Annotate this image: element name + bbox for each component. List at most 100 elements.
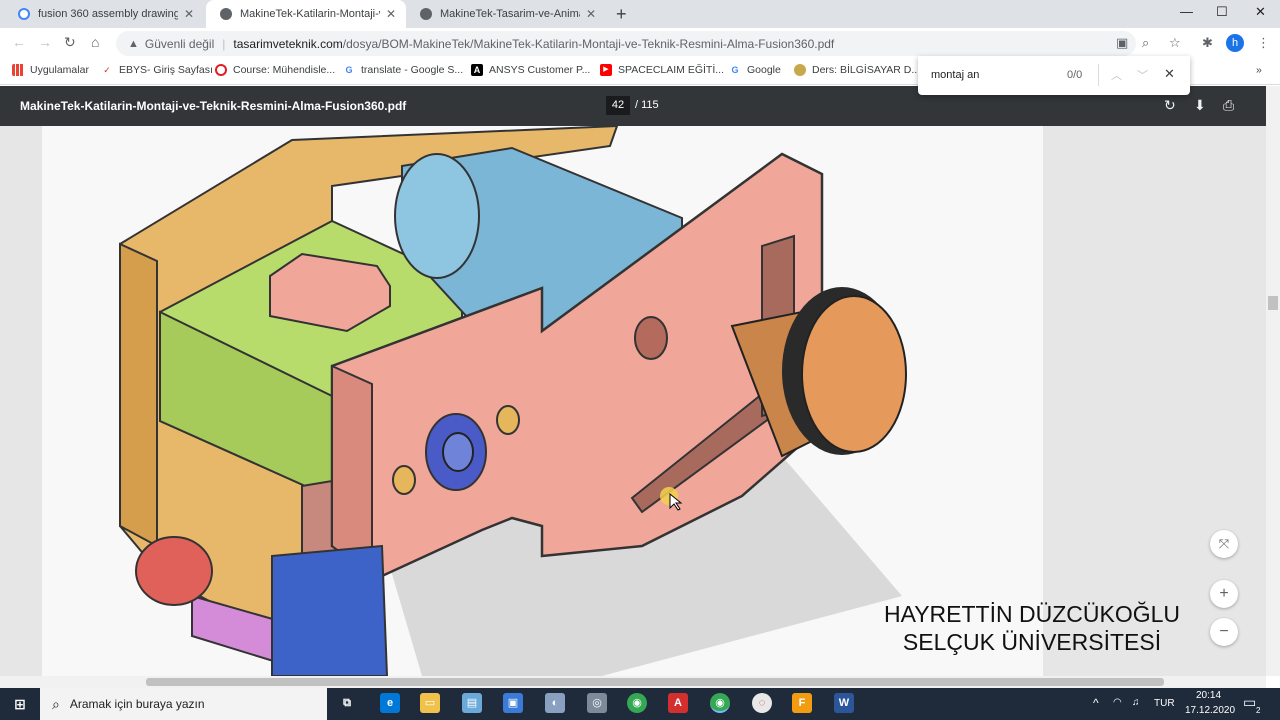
bookmark-uygulamalar[interactable]: Uygulamalar — [12, 64, 89, 76]
reload-icon[interactable]: ↻ — [64, 34, 76, 51]
fusion360-icon[interactable]: F — [792, 693, 812, 713]
tab-title: MakineTek-Katilarin-Montaji-ve-... — [240, 8, 380, 20]
bookmark-google[interactable]: G Google — [729, 64, 781, 76]
pdf-viewport[interactable] — [0, 126, 1266, 676]
file-explorer-icon[interactable]: ▭ — [420, 693, 440, 713]
chrome-active-icon[interactable]: ◉ — [710, 693, 730, 713]
page-number-input[interactable]: 42 — [606, 96, 630, 115]
assembly-render-image — [119, 126, 907, 676]
language-indicator[interactable]: TUR — [1154, 698, 1175, 709]
rotate-icon[interactable]: ↻ — [1164, 97, 1176, 114]
horizontal-scroll-thumb[interactable] — [146, 678, 1164, 686]
zoom-out-button[interactable]: − — [1210, 618, 1238, 646]
app-icon[interactable]: ◎ — [587, 693, 607, 713]
app-icon[interactable]: ▤ — [462, 693, 482, 713]
divider: | — [222, 36, 226, 51]
print-icon[interactable]: ⎙ — [1223, 97, 1234, 114]
search-placeholder: Aramak için buraya yazın — [69, 697, 205, 711]
opera-icon — [215, 64, 227, 76]
task-view-icon[interactable]: ⧉ — [337, 693, 357, 713]
clock-time[interactable]: 20:14 — [1196, 690, 1221, 701]
download-icon[interactable]: ⬇ — [1194, 97, 1206, 114]
bookmark-course[interactable]: Course: Mühendisle... — [215, 64, 335, 76]
star-bookmark-icon[interactable]: ☆ — [1169, 35, 1181, 51]
security-label: Güvenli değil — [144, 36, 215, 51]
word-icon[interactable]: W — [834, 693, 854, 713]
windows-start-icon[interactable]: ⊞ — [10, 694, 30, 714]
page-find-icon[interactable]: ▣ — [1116, 35, 1128, 51]
bookmarks-overflow-icon[interactable]: » — [1256, 64, 1262, 76]
bookmark-spaceclaim[interactable]: ▶ SPACECLAIM EĞİTİ... — [600, 64, 724, 76]
bookmark-label: SPACECLAIM EĞİTİ... — [618, 64, 724, 76]
app-icon[interactable]: ◌ — [752, 693, 772, 713]
zoom-in-button[interactable]: + — [1210, 580, 1238, 608]
maximize-button[interactable]: ☐ — [1216, 4, 1228, 20]
notification-icon[interactable]: ▭ — [1243, 694, 1256, 711]
zoom-icon[interactable]: ⌕ — [1142, 35, 1149, 51]
back-arrow-icon[interactable]: ← — [12, 34, 26, 50]
forward-arrow-icon[interactable]: → — [38, 34, 52, 50]
bookmark-label: Google — [747, 64, 781, 76]
bookmark-label: Uygulamalar — [30, 64, 89, 76]
hole-feature — [392, 465, 416, 495]
bookmark-translate[interactable]: G translate - Google S... — [343, 64, 463, 76]
find-next-icon[interactable]: ﹀ — [1137, 67, 1148, 83]
address-bar[interactable]: ▲ Güvenli değil | tasarimveteknik.com /d… — [116, 31, 1136, 56]
acrobat-icon[interactable]: A — [668, 693, 688, 713]
hole-feature — [496, 405, 520, 435]
find-count: 0/0 — [1067, 69, 1083, 81]
minimize-button[interactable]: — — [1180, 4, 1193, 19]
bookmark-ders[interactable]: Ders: BİLGİSAYAR D... — [794, 64, 920, 76]
clock-date[interactable]: 17.12.2020 — [1185, 705, 1235, 716]
new-tab-button[interactable]: + — [616, 4, 627, 25]
tab-fusion-search[interactable]: fusion 360 assembly drawing m... ✕ — [4, 0, 204, 28]
tray-chevron-icon[interactable]: ^ — [1093, 696, 1099, 710]
globe-icon — [220, 8, 232, 20]
google-g-icon — [18, 8, 30, 20]
home-icon[interactable]: ⌂ — [91, 34, 99, 50]
edge-icon[interactable]: e — [380, 693, 400, 713]
youtube-icon: ▶ — [600, 64, 612, 76]
yellow-bracket-side — [119, 242, 158, 548]
menu-kebab-icon[interactable]: ⋮ — [1257, 35, 1270, 51]
close-tab-icon[interactable]: ✕ — [184, 7, 194, 21]
find-close-icon[interactable]: ✕ — [1164, 66, 1175, 82]
tab-makinetek-tasarim[interactable]: MakineTek-Tasarim-ve-Animasyo... ✕ — [406, 0, 606, 28]
network-icon[interactable]: ◠ — [1113, 697, 1122, 708]
pdf-filename: MakineTek-Katilarin-Montaji-ve-Teknik-Re… — [20, 99, 407, 113]
volume-icon[interactable]: ♫ — [1132, 697, 1140, 708]
find-previous-icon[interactable]: ︿ — [1111, 67, 1122, 83]
tab-title: MakineTek-Tasarim-ve-Animasyo... — [440, 8, 580, 20]
watermark-credit: HAYRETTİN DÜZCÜKOĞLU SELÇUK ÜNİVERSİTESİ — [870, 600, 1194, 656]
remote-desktop-icon[interactable]: ▣ — [503, 693, 523, 713]
pdf-page — [42, 126, 1043, 676]
url-host: tasarimveteknik.com — [233, 36, 343, 51]
chrome-icon[interactable]: ◉ — [627, 693, 647, 713]
tab-makinetek-montaji[interactable]: MakineTek-Katilarin-Montaji-ve-... ✕ — [206, 0, 406, 28]
vertical-scroll-thumb[interactable] — [1268, 296, 1278, 310]
close-tab-icon[interactable]: ✕ — [386, 7, 396, 21]
app-icon[interactable]: ◐ — [545, 693, 565, 713]
apps-grid-icon — [12, 64, 24, 76]
credit-university: SELÇUK ÜNİVERSİTESİ — [902, 629, 1162, 655]
bookmark-ebys[interactable]: ✓ EBYS- Giriş Sayfası — [101, 64, 213, 76]
bookmark-label: translate - Google S... — [361, 64, 464, 76]
bookmark-ansys[interactable]: A ANSYS Customer P... — [471, 64, 590, 76]
pink-plate-side — [331, 364, 373, 578]
tab-strip: fusion 360 assembly drawing m... ✕ Makin… — [0, 0, 1280, 28]
profile-avatar[interactable]: h — [1226, 34, 1244, 52]
close-tab-icon[interactable]: ✕ — [586, 7, 596, 21]
vertical-scrollbar[interactable] — [1266, 86, 1280, 676]
extensions-puzzle-icon[interactable]: ✱ — [1202, 35, 1213, 51]
credit-name: HAYRETTİN DÜZCÜKOĞLU — [883, 601, 1181, 627]
red-handle-part — [135, 536, 213, 606]
find-bar: montaj an 0/0 ︿ ﹀ ✕ — [918, 56, 1190, 95]
bookmark-label: Ders: BİLGİSAYAR D... — [812, 64, 921, 76]
url-path: /dosya/BOM-MakineTek/MakineTek-Katilarin… — [342, 36, 835, 51]
fit-page-button[interactable]: ⤧ — [1210, 530, 1238, 558]
find-input[interactable]: montaj an — [931, 69, 979, 81]
hole-feature — [634, 316, 668, 360]
close-window-button[interactable]: ✕ — [1255, 4, 1266, 20]
browser-toolbar: ← → ↻ ⌂ ▲ Güvenli değil | tasarimvetekni… — [0, 28, 1280, 59]
taskbar-search[interactable]: ⌕ Aramak için buraya yazın — [40, 688, 327, 720]
